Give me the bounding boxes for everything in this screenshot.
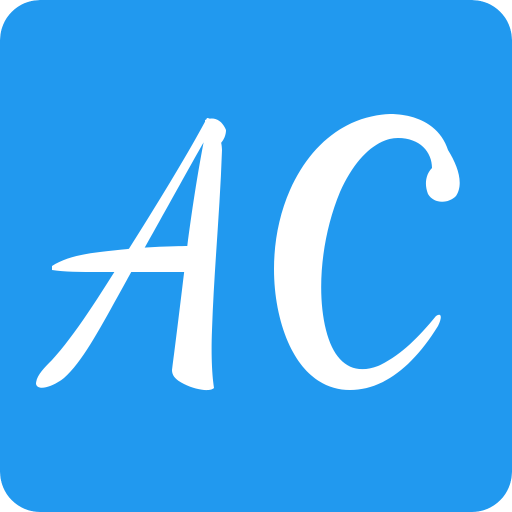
app-icon: AC	[0, 0, 512, 512]
ac-logo-icon: AC	[0, 0, 512, 512]
